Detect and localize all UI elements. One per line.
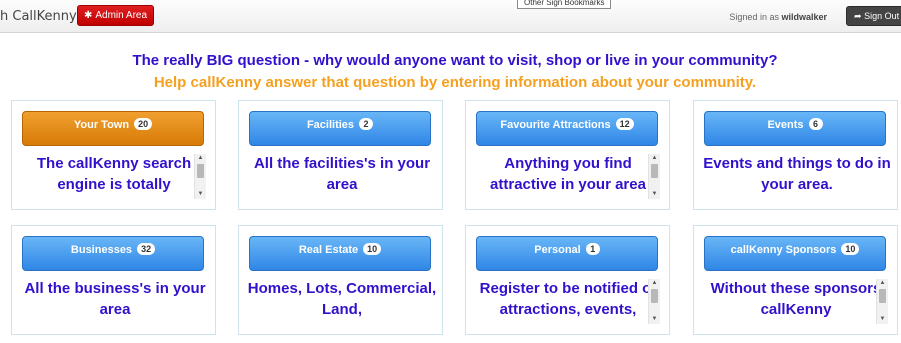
- scroll-thumb[interactable]: [879, 289, 886, 303]
- card-description: Register to be notified of attractions, …: [479, 280, 657, 318]
- facilities-button[interactable]: Facilities 2: [249, 111, 431, 146]
- admin-area-label: Admin Area: [95, 10, 148, 21]
- card-description: Homes, Lots, Commercial, Land,: [247, 280, 437, 318]
- card-scrollbar[interactable]: ▲ ▼: [194, 154, 206, 199]
- count-badge: 12: [615, 118, 634, 130]
- signed-in-prefix: Signed in as: [729, 12, 782, 22]
- scroll-up-icon[interactable]: ▲: [877, 279, 888, 288]
- count-badge: 10: [841, 243, 860, 255]
- card-title: Favourite Attractions: [500, 119, 611, 131]
- events-button[interactable]: Events 6: [704, 111, 886, 146]
- help-text: Help callKenny answer that question by e…: [153, 74, 757, 91]
- card-title: callKenny Sponsors: [730, 244, 837, 256]
- card-scrollbar[interactable]: ▲ ▼: [648, 279, 660, 324]
- scroll-up-icon[interactable]: ▲: [649, 154, 660, 163]
- card-description: Events and things to do in your area.: [703, 155, 891, 193]
- scroll-up-icon[interactable]: ▲: [649, 279, 660, 288]
- businesses-button[interactable]: Businesses 32: [22, 236, 204, 271]
- card-real-estate: Real Estate 10 Homes, Lots, Commercial, L…: [238, 225, 443, 335]
- card-description: All the business's in your area: [24, 280, 206, 318]
- brand-link[interactable]: h CallKenny: [0, 9, 77, 24]
- card-scrollbar[interactable]: ▲ ▼: [648, 154, 660, 199]
- gear-icon: ✱: [83, 10, 93, 21]
- personal-button[interactable]: Personal 1: [476, 236, 658, 271]
- card-personal: Personal 1 Register to be notified of att…: [465, 225, 670, 335]
- card-title: Real Estate: [298, 244, 359, 256]
- big-question: The really BIG question - why would anyo…: [132, 52, 778, 69]
- card-title: Personal: [534, 244, 581, 256]
- card-callkenny-sponsors: callKenny Sponsors 10 Without these spons…: [693, 225, 898, 335]
- count-badge: 6: [808, 118, 823, 130]
- card-title: Facilities: [306, 119, 355, 131]
- card-title: Your Town: [73, 119, 130, 131]
- count-badge: 10: [363, 243, 382, 255]
- count-badge: 20: [134, 118, 153, 130]
- count-badge: 2: [359, 118, 374, 130]
- bookmark-tooltip: Other Sign Bookmarks: [517, 0, 612, 9]
- signed-in-text: Signed in as wildwalker: [729, 12, 827, 22]
- scroll-down-icon[interactable]: ▼: [649, 315, 660, 324]
- favourite-attractions-button[interactable]: Favourite Attractions 12: [476, 111, 658, 146]
- card-description: Without these sponsors callKenny: [710, 280, 882, 318]
- count-badge: 32: [137, 243, 156, 255]
- card-scrollbar[interactable]: ▲ ▼: [876, 279, 888, 324]
- card-businesses: Businesses 32 All the business's in your …: [11, 225, 216, 335]
- card-events: Events 6 Events and things to do in your …: [693, 100, 898, 210]
- top-navbar: h CallKenny ✱ Admin Area Other Sign Bookm…: [0, 0, 901, 33]
- card-description: All the facilities's in your area: [253, 155, 431, 193]
- scroll-thumb[interactable]: [651, 164, 658, 178]
- admin-area-button[interactable]: ✱ Admin Area: [77, 5, 154, 26]
- real-estate-button[interactable]: Real Estate 10: [249, 236, 431, 271]
- scroll-down-icon[interactable]: ▼: [877, 315, 888, 324]
- callkenny-sponsors-button[interactable]: callKenny Sponsors 10: [704, 236, 886, 271]
- scroll-down-icon[interactable]: ▼: [649, 190, 660, 199]
- scroll-down-icon[interactable]: ▼: [195, 190, 206, 199]
- username: wildwalker: [781, 12, 827, 22]
- scroll-thumb[interactable]: [197, 164, 204, 178]
- card-description: The callKenny search engine is totally: [36, 155, 192, 193]
- card-your-town: Your Town 20 The callKenny search engine …: [11, 100, 216, 210]
- sign-out-icon: ➦: [854, 11, 862, 21]
- card-description: Anything you find attractive in your are…: [490, 155, 646, 193]
- your-town-button[interactable]: Your Town 20: [22, 111, 204, 146]
- count-badge: 1: [585, 243, 600, 255]
- scroll-thumb[interactable]: [651, 289, 658, 303]
- card-title: Businesses: [70, 244, 133, 256]
- scroll-up-icon[interactable]: ▲: [195, 154, 206, 163]
- card-favourite-attractions: Favourite Attractions 12 Anything you fin…: [465, 100, 670, 210]
- card-title: Events: [767, 119, 804, 131]
- sign-out-button[interactable]: ➦ Sign Out: [846, 6, 901, 26]
- card-facilities: Facilities 2 All the facilities's in your…: [238, 100, 443, 210]
- sign-out-label: Sign Out: [864, 11, 900, 21]
